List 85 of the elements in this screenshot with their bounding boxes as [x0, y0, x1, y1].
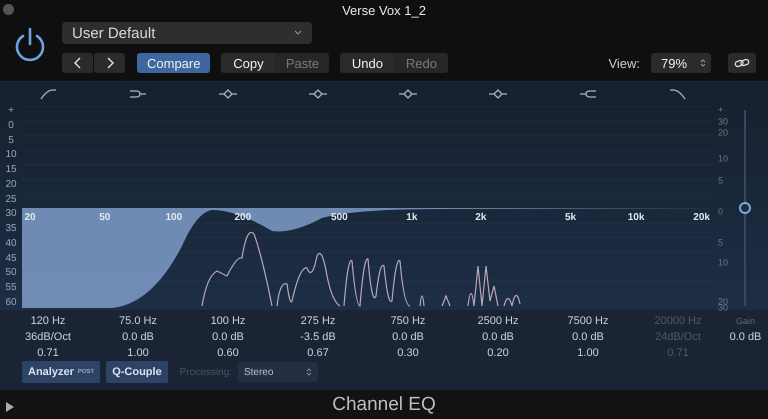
view-label: View:	[608, 56, 640, 70]
db-scale-label: 55	[5, 283, 17, 294]
band-q[interactable]: 1.00	[127, 346, 149, 360]
gain-scale-label: 30	[718, 303, 728, 312]
toolbar-button[interactable]: Undo	[340, 53, 394, 73]
bell-icon[interactable]	[307, 88, 329, 100]
stepper-arrows-icon	[306, 367, 312, 377]
band-frequency[interactable]: 275 Hz	[300, 314, 336, 328]
gain-scale-label: 0	[718, 208, 724, 217]
play-icon[interactable]	[6, 402, 14, 412]
next-button[interactable]	[94, 53, 125, 73]
db-scale-label: 30	[5, 209, 17, 220]
db-scale-label: 5	[8, 136, 14, 146]
gain-scale-label: +	[718, 106, 724, 115]
band-gain[interactable]: 0.0 dB	[122, 330, 154, 344]
gain-scale-label: 10	[718, 154, 728, 164]
band-gain[interactable]: 36dB/Oct	[25, 330, 71, 344]
high-shelf-icon[interactable]	[577, 88, 599, 100]
frequency-label: 20k	[693, 212, 710, 223]
band-gain[interactable]: 0.0 dB	[392, 330, 424, 344]
frequency-label: 10k	[628, 212, 644, 223]
close-button[interactable]	[3, 4, 14, 15]
gain-scale-label: 5	[718, 238, 724, 248]
band-q[interactable]: 0.30	[397, 346, 419, 360]
eq-graph[interactable]: + 0 5 10 15 20 25 30 35 40 45 50 55 60 20 50 100 200 500 1k 2k 5k 10k 20k + 30 20 10 5 0 5 10 20 30	[0, 82, 768, 310]
bell-icon[interactable]	[487, 88, 509, 100]
frequency-label: 500	[331, 212, 348, 223]
frequency-label: 50	[99, 212, 110, 223]
window-title: Verse Vox 1_2	[342, 2, 426, 18]
band-frequency[interactable]: 2500 Hz	[478, 314, 518, 328]
db-scale-label: 60	[5, 298, 17, 308]
bell-icon[interactable]	[397, 88, 419, 100]
frequency-label: 2k	[475, 212, 486, 223]
db-scale-label: 10	[5, 150, 17, 160]
processing-select[interactable]: Stereo	[238, 362, 318, 382]
db-scale-label: +	[8, 106, 14, 116]
chevron-left-icon	[74, 57, 82, 69]
band-q[interactable]: 0.60	[217, 346, 239, 360]
band-gain[interactable]: 0.0 dB	[212, 330, 244, 344]
band-gain[interactable]: 0.0 dB	[482, 330, 514, 344]
frequency-label: 5k	[564, 212, 576, 223]
band-frequency[interactable]: 75.0 Hz	[119, 314, 157, 328]
gain-scale-label: 30	[718, 118, 728, 127]
q-couple-button[interactable]: Q-Couple	[106, 361, 168, 383]
band-gain[interactable]: 0.0 dB	[572, 330, 604, 344]
gain-scale-label: 10	[718, 258, 728, 268]
db-scale-label: 0	[8, 120, 14, 131]
band-frequency[interactable]: 7500 Hz	[568, 314, 608, 328]
db-scale-label: 35	[5, 224, 17, 234]
chevron-right-icon	[106, 57, 114, 69]
gain-value[interactable]: 0.0 dB	[730, 330, 762, 344]
plugin-title: Channel EQ	[332, 394, 436, 416]
gain-scale-label: 20	[718, 128, 728, 138]
toolbar-button[interactable]: Copy	[221, 53, 276, 73]
band-q[interactable]: 0.71	[37, 346, 59, 360]
frequency-label: 1k	[406, 212, 418, 223]
gain-scale-label: 5	[718, 176, 724, 186]
toolbar-button[interactable]: Compare	[137, 53, 210, 73]
bell-icon[interactable]	[217, 88, 239, 100]
db-scale-label: 20	[5, 180, 17, 190]
link-button[interactable]	[728, 53, 756, 73]
band-q[interactable]: 0.20	[487, 346, 509, 360]
gain-label: Gain	[736, 315, 755, 328]
band-frequency[interactable]: 120 Hz	[30, 314, 66, 328]
db-scale-label: 15	[5, 165, 17, 176]
band-frequency[interactable]: 100 Hz	[210, 314, 246, 328]
db-scale-label: 45	[5, 254, 17, 264]
band-q[interactable]: 1.00	[577, 346, 599, 360]
frequency-label: 200	[234, 212, 252, 223]
gain-slider-thumb[interactable]	[739, 202, 751, 214]
previous-button[interactable]	[62, 53, 93, 73]
band-q[interactable]: 0.67	[307, 346, 329, 360]
link-icon	[734, 58, 750, 68]
db-scale-label: 50	[5, 268, 17, 278]
db-scale-label: 25	[5, 194, 17, 205]
stepper-arrows-icon	[700, 58, 706, 68]
chevron-down-icon	[294, 30, 302, 36]
low-shelf-icon[interactable]	[127, 88, 149, 100]
frequency-label: 20	[24, 212, 36, 223]
frequency-label: 100	[165, 212, 182, 223]
preset-dropdown[interactable]: User Default	[62, 22, 312, 44]
band-frequency[interactable]: 750 Hz	[390, 314, 426, 328]
band-gain[interactable]: -3.5 dB	[300, 330, 336, 344]
db-scale-label: 40	[5, 238, 17, 249]
view-stepper[interactable]: 79%	[651, 53, 711, 73]
